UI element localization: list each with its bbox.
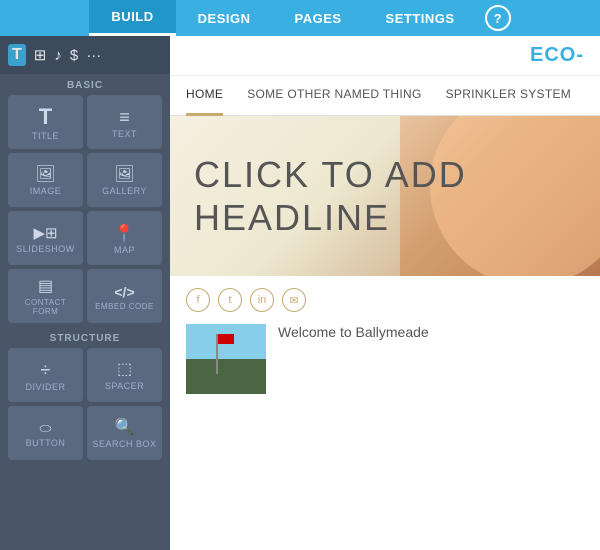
- search-box-icon: 🔍: [115, 420, 135, 436]
- nav-design[interactable]: DESIGN: [176, 0, 273, 36]
- main-layout: T ⊞ ♪ $ ··· BASIC T TITLE ≡ TEXT 🖼 IMAGE…: [0, 36, 600, 550]
- widget-search-label: SEARCH BOX: [92, 439, 156, 449]
- social-linkedin-icon[interactable]: in: [250, 288, 274, 312]
- widget-search-box[interactable]: 🔍 SEARCH BOX: [87, 406, 162, 460]
- widget-gallery-label: GALLERY: [102, 186, 147, 196]
- widget-slideshow[interactable]: ▶⊞ SLIDESHOW: [8, 211, 83, 265]
- section-basic-label: BASIC: [0, 74, 170, 95]
- social-email-icon[interactable]: ✉: [282, 288, 306, 312]
- help-button[interactable]: ?: [485, 5, 511, 31]
- welcome-title: Welcome to Ballymeade: [278, 324, 584, 340]
- site-logo: ECO-: [530, 44, 584, 67]
- widget-gallery[interactable]: 🖼 GALLERY: [87, 153, 162, 207]
- contact-form-icon: ▤: [38, 279, 53, 295]
- welcome-section: Welcome to Ballymeade: [170, 324, 600, 406]
- sidebar: T ⊞ ♪ $ ··· BASIC T TITLE ≡ TEXT 🖼 IMAGE…: [0, 36, 170, 550]
- image-icon: 🖼: [35, 167, 55, 183]
- social-twitter-icon[interactable]: t: [218, 288, 242, 312]
- flag-rect: [218, 334, 234, 344]
- widget-spacer-label: SPACER: [105, 381, 144, 391]
- widget-divider-label: DIVIDER: [25, 382, 65, 392]
- gallery-icon: 🖼: [114, 167, 134, 183]
- widget-slideshow-label: SLIDESHOW: [16, 244, 75, 254]
- tool-dollar-icon[interactable]: $: [70, 47, 78, 64]
- spacer-icon: ⬚: [117, 362, 132, 378]
- social-facebook-icon[interactable]: f: [186, 288, 210, 312]
- widget-image-label: IMAGE: [30, 186, 62, 196]
- site-nav-other[interactable]: SOME OTHER NAMED THING: [247, 76, 421, 116]
- widget-map-label: MAP: [114, 245, 135, 255]
- widget-divider[interactable]: ÷ DIVIDER: [8, 348, 83, 402]
- site-navigation: HOME SOME OTHER NAMED THING SPRINKLER SY…: [170, 76, 600, 116]
- widget-contact-form[interactable]: ▤ CONTACT FORM: [8, 269, 83, 323]
- site-nav-home[interactable]: HOME: [186, 76, 223, 116]
- tool-more-icon[interactable]: ···: [86, 47, 101, 64]
- button-icon: ⬭: [40, 421, 52, 435]
- slideshow-icon: ▶⊞: [33, 226, 57, 241]
- site-nav-sprinkler[interactable]: SPRINKLER SYSTEM: [446, 76, 572, 116]
- title-icon: T: [39, 106, 52, 128]
- content-area: ECO- HOME SOME OTHER NAMED THING SPRINKL…: [170, 36, 600, 550]
- site-topbar: ECO-: [170, 36, 600, 76]
- welcome-image: [186, 324, 266, 394]
- site-preview: ECO- HOME SOME OTHER NAMED THING SPRINKL…: [170, 36, 600, 550]
- widget-contact-label: CONTACT FORM: [12, 298, 79, 316]
- tool-grid-icon[interactable]: ⊞: [34, 46, 47, 64]
- nav-pages[interactable]: PAGES: [272, 0, 363, 36]
- structure-widgets: ÷ DIVIDER ⬚ SPACER ⬭ BUTTON 🔍 SEARCH BOX: [0, 348, 170, 464]
- text-icon: ≡: [119, 108, 130, 126]
- top-navigation: BUILD DESIGN PAGES SETTINGS ?: [0, 0, 600, 36]
- widget-title[interactable]: T TITLE: [8, 95, 83, 149]
- widget-text-label: TEXT: [112, 129, 137, 139]
- widget-title-label: TITLE: [32, 131, 59, 141]
- welcome-text-block: Welcome to Ballymeade: [278, 324, 584, 344]
- widget-button-label: BUTTON: [26, 438, 66, 448]
- widget-button[interactable]: ⬭ BUTTON: [8, 406, 83, 460]
- hero-headline[interactable]: CLICK TO ADD HEADLINE: [194, 153, 576, 239]
- widget-image[interactable]: 🖼 IMAGE: [8, 153, 83, 207]
- nav-settings[interactable]: SETTINGS: [364, 0, 477, 36]
- widget-map[interactable]: 📍 MAP: [87, 211, 162, 265]
- sidebar-toolbar: T ⊞ ♪ $ ···: [0, 36, 170, 74]
- map-icon: 📍: [114, 225, 135, 242]
- widget-text[interactable]: ≡ TEXT: [87, 95, 162, 149]
- embed-code-icon: </>: [114, 285, 134, 299]
- tool-text-icon[interactable]: T: [8, 44, 26, 66]
- basic-widgets: T TITLE ≡ TEXT 🖼 IMAGE 🖼 GALLERY ▶⊞ SLID…: [0, 95, 170, 327]
- nav-build[interactable]: BUILD: [89, 0, 175, 36]
- widget-spacer[interactable]: ⬚ SPACER: [87, 348, 162, 402]
- widget-embed-code[interactable]: </> EMBED CODE: [87, 269, 162, 323]
- site-hero[interactable]: CLICK TO ADD HEADLINE: [170, 116, 600, 276]
- social-icons-bar: f t in ✉: [170, 276, 600, 324]
- widget-embed-label: EMBED CODE: [95, 302, 154, 311]
- divider-icon: ÷: [41, 361, 51, 379]
- tool-music-icon[interactable]: ♪: [54, 47, 62, 64]
- section-structure-label: STRUCTURE: [0, 327, 170, 348]
